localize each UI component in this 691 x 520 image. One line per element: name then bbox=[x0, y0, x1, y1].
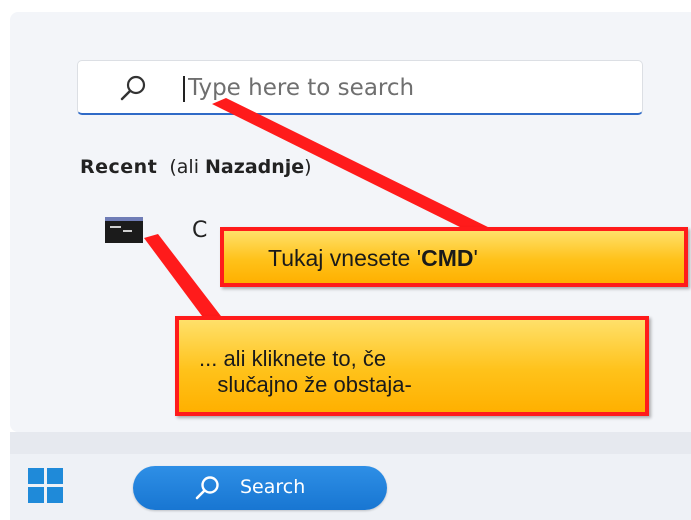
search-input[interactable] bbox=[188, 71, 608, 105]
callout-2-line1: ... ali kliknete to, če bbox=[199, 346, 387, 371]
callout-1-bold: CMD bbox=[421, 245, 474, 271]
windows-logo-icon[interactable] bbox=[28, 468, 64, 504]
recent-heading: Recent (ali Nazadnje) bbox=[80, 156, 312, 178]
recent-item-label: C bbox=[192, 218, 208, 243]
recent-note-prefix: (ali bbox=[169, 156, 206, 178]
recent-note-bold: Nazadnje bbox=[205, 156, 305, 178]
callout-click-existing: ... ali kliknete to, če slučajno že obst… bbox=[175, 316, 649, 416]
recent-note-suffix: ) bbox=[304, 156, 312, 178]
start-menu-footer bbox=[10, 432, 691, 454]
callout-1-text: Tukaj vnesete ' bbox=[268, 245, 422, 271]
callout-enter-cmd: Tukaj vnesete 'CMD' bbox=[220, 227, 688, 287]
start-search-box[interactable] bbox=[77, 60, 643, 115]
callout-2-line2: slučajno že obstaja- bbox=[199, 372, 412, 397]
text-caret bbox=[183, 76, 185, 102]
callout-1-end: ' bbox=[473, 245, 478, 271]
taskbar-search-button[interactable]: Search bbox=[133, 466, 387, 510]
command-prompt-icon bbox=[105, 217, 143, 243]
search-icon bbox=[193, 475, 221, 501]
search-icon bbox=[118, 74, 148, 102]
recent-title: Recent bbox=[80, 156, 158, 178]
taskbar-search-label: Search bbox=[240, 476, 306, 498]
